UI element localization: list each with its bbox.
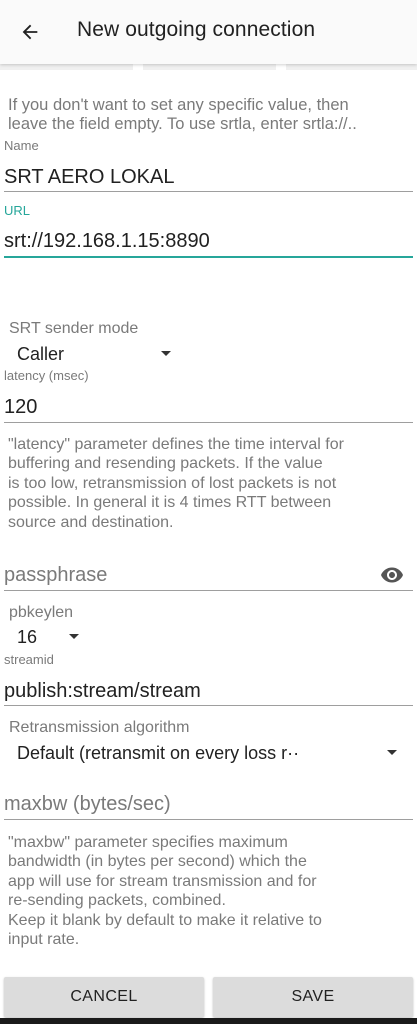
pbkeylen-value: 16: [17, 627, 38, 647]
page-title: New outgoing connection: [77, 18, 316, 41]
latency-underline: [4, 422, 413, 423]
back-button[interactable]: [12, 14, 48, 50]
name-label: Name: [4, 138, 39, 153]
retransmission-value: Default (retransmit on every loss r··: [17, 743, 300, 763]
maxbw-underline: [4, 819, 413, 820]
streamid-label: streamid: [4, 652, 54, 667]
name-underline: [4, 191, 413, 192]
latency-label: latency (msec): [4, 368, 89, 383]
intro-hint: If you don't want to set any specific va…: [8, 96, 357, 133]
caret-down-icon: [69, 634, 79, 639]
bottom-button-bar: CANCEL SAVE: [0, 972, 417, 1024]
save-button[interactable]: SAVE: [213, 977, 413, 1017]
caret-down-icon: [161, 351, 171, 356]
caret-down-icon: [387, 750, 397, 755]
new-connection-screen: New outgoing connection If you don't wan…: [0, 0, 417, 1024]
latency-input[interactable]: 120: [4, 396, 37, 419]
arrow-left-icon: [22, 24, 38, 40]
retransmission-title: Retransmission algorithm: [9, 719, 190, 736]
sender-mode-spinner[interactable]: Caller: [9, 340, 179, 368]
divider: [143, 64, 276, 70]
url-label: URL: [4, 203, 31, 218]
latency-description: "latency" parameter defines the time int…: [8, 436, 344, 531]
password-toggle-button[interactable]: [378, 563, 406, 587]
sender-mode-value: Caller: [17, 344, 65, 364]
streamid-input[interactable]: publish:stream/stream: [4, 680, 201, 703]
sender-mode-title: SRT sender mode: [9, 320, 139, 337]
pbkeylen-title: pbkeylen: [9, 604, 74, 621]
eye-icon: [381, 567, 403, 583]
maxbw-input[interactable]: maxbw (bytes/sec): [4, 793, 171, 816]
maxbw-description: "maxbw" parameter specifies maximum band…: [8, 834, 322, 949]
streamid-underline: [4, 705, 413, 706]
divider: [286, 64, 417, 70]
retransmission-spinner[interactable]: Default (retransmit on every loss r··: [9, 739, 409, 767]
pbkeylen-spinner[interactable]: 16: [9, 624, 89, 650]
name-input[interactable]: SRT AERO LOKAL: [4, 166, 174, 189]
system-nav-strip: [0, 1018, 417, 1024]
passphrase-underline: [4, 590, 413, 591]
url-input[interactable]: srt://192.168.1.15:8890: [4, 230, 210, 253]
url-underline: [4, 256, 413, 258]
cancel-button[interactable]: CANCEL: [4, 977, 204, 1017]
app-bar: New outgoing connection: [0, 0, 417, 64]
divider: [0, 64, 133, 70]
passphrase-input[interactable]: passphrase: [4, 564, 107, 587]
